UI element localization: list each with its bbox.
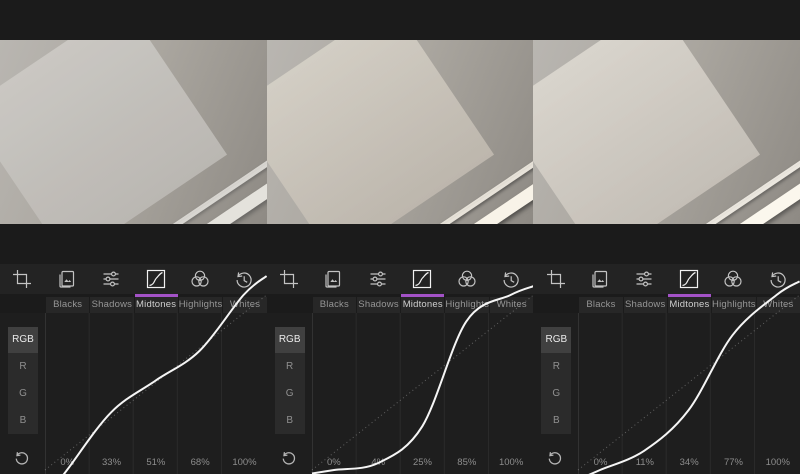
curve-editor: RGB R G B 0% 11% 34% 77% 100%	[533, 313, 800, 474]
channel-r[interactable]: R	[8, 353, 38, 380]
crop-icon[interactable]	[267, 264, 311, 294]
channel-rgb[interactable]: RGB	[541, 327, 571, 353]
tool-bar	[533, 264, 800, 294]
curve-editor: RGB R G B 0% 4% 25% 85% 100%	[267, 313, 534, 474]
tool-bar	[267, 264, 534, 294]
value-blacks: 0%	[578, 440, 622, 474]
channel-r[interactable]: R	[275, 353, 305, 380]
presets-icon[interactable]	[578, 264, 622, 294]
value-whites: 100%	[222, 440, 266, 474]
photo-preview	[533, 40, 800, 224]
value-whites: 100%	[489, 440, 533, 474]
tab-shadows[interactable]: Shadows	[357, 297, 400, 313]
adjust-sliders-icon[interactable]	[89, 264, 133, 294]
value-blacks: 0%	[312, 440, 356, 474]
value-midtones: 51%	[134, 440, 178, 474]
curve-editor: RGB R G B 0% 33% 51% 68% 100%	[0, 313, 267, 474]
tab-whites[interactable]: Whites	[490, 297, 533, 313]
tab-spacer	[533, 297, 578, 313]
tab-whites[interactable]: Whites	[757, 297, 800, 313]
tab-blacks[interactable]: Blacks	[313, 297, 356, 313]
tab-spacer	[267, 297, 312, 313]
sidewalk	[533, 40, 760, 224]
history-icon[interactable]	[489, 264, 533, 294]
value-blacks: 0%	[45, 440, 89, 474]
adjust-sliders-icon[interactable]	[356, 264, 400, 294]
tab-midtones[interactable]: Midtones	[401, 297, 444, 313]
tab-blacks[interactable]: Blacks	[579, 297, 622, 313]
tab-highlights[interactable]: Highlights	[179, 297, 223, 313]
tab-shadows[interactable]: Shadows	[90, 297, 133, 313]
curve-values-row: 0% 4% 25% 85% 100%	[312, 440, 534, 474]
tab-blacks[interactable]: Blacks	[46, 297, 89, 313]
curve-values-row: 0% 11% 34% 77% 100%	[578, 440, 800, 474]
value-highlights: 68%	[178, 440, 222, 474]
top-bar	[533, 0, 800, 40]
history-icon[interactable]	[222, 264, 266, 294]
tab-shadows[interactable]: Shadows	[624, 297, 667, 313]
curves-icon[interactable]	[133, 264, 177, 294]
channel-selector: RGB R G B	[541, 327, 571, 434]
reset-curve-icon[interactable]	[280, 449, 298, 467]
editor-panel-middle: Blacks Shadows Midtones Highlights White…	[267, 0, 534, 474]
presets-icon[interactable]	[44, 264, 88, 294]
channel-b[interactable]: B	[8, 407, 38, 434]
channel-rgb[interactable]: RGB	[275, 327, 305, 353]
value-shadows: 33%	[89, 440, 133, 474]
curves-icon[interactable]	[667, 264, 711, 294]
curve-point-tabs: Blacks Shadows Midtones Highlights White…	[533, 297, 800, 313]
color-mix-icon[interactable]	[711, 264, 755, 294]
crop-icon[interactable]	[533, 264, 577, 294]
presets-icon[interactable]	[311, 264, 355, 294]
tab-midtones[interactable]: Midtones	[135, 297, 178, 313]
value-midtones: 34%	[667, 440, 711, 474]
curve-point-tabs: Blacks Shadows Midtones Highlights White…	[267, 297, 534, 313]
channel-g[interactable]: G	[275, 380, 305, 407]
crop-icon[interactable]	[0, 264, 44, 294]
curves-icon[interactable]	[400, 264, 444, 294]
photo-editor-comparison: Blacks Shadows Midtones Highlights White…	[0, 0, 800, 474]
top-bar	[267, 0, 534, 40]
sidewalk	[0, 40, 227, 224]
tab-spacer	[0, 297, 45, 313]
channel-b[interactable]: B	[275, 407, 305, 434]
channel-rgb[interactable]: RGB	[8, 327, 38, 353]
channel-selector: RGB R G B	[275, 327, 305, 434]
channel-r[interactable]: R	[541, 353, 571, 380]
value-highlights: 77%	[711, 440, 755, 474]
sidewalk	[267, 40, 494, 224]
value-whites: 100%	[756, 440, 800, 474]
channel-g[interactable]: G	[8, 380, 38, 407]
value-highlights: 85%	[445, 440, 489, 474]
top-bar	[0, 0, 267, 40]
photo-preview	[0, 40, 267, 224]
curve-point-tabs: Blacks Shadows Midtones Highlights White…	[0, 297, 267, 313]
channel-g[interactable]: G	[541, 380, 571, 407]
value-shadows: 4%	[356, 440, 400, 474]
editor-panel-left: Blacks Shadows Midtones Highlights White…	[0, 0, 267, 474]
value-shadows: 11%	[623, 440, 667, 474]
car-photo	[533, 40, 800, 224]
value-midtones: 25%	[400, 440, 444, 474]
adjust-sliders-icon[interactable]	[622, 264, 666, 294]
tab-whites[interactable]: Whites	[223, 297, 266, 313]
curve-values-row: 0% 33% 51% 68% 100%	[45, 440, 267, 474]
tab-highlights[interactable]: Highlights	[445, 297, 489, 313]
car-photo	[267, 40, 534, 224]
reset-curve-icon[interactable]	[13, 449, 31, 467]
history-icon[interactable]	[756, 264, 800, 294]
tab-midtones[interactable]: Midtones	[668, 297, 711, 313]
tab-highlights[interactable]: Highlights	[712, 297, 756, 313]
reset-curve-icon[interactable]	[546, 449, 564, 467]
tool-bar	[0, 264, 267, 294]
car-photo	[0, 40, 267, 224]
photo-preview	[267, 40, 534, 224]
channel-b[interactable]: B	[541, 407, 571, 434]
editor-panel-right: Blacks Shadows Midtones Highlights White…	[533, 0, 800, 474]
color-mix-icon[interactable]	[444, 264, 488, 294]
channel-selector: RGB R G B	[8, 327, 38, 434]
color-mix-icon[interactable]	[178, 264, 222, 294]
